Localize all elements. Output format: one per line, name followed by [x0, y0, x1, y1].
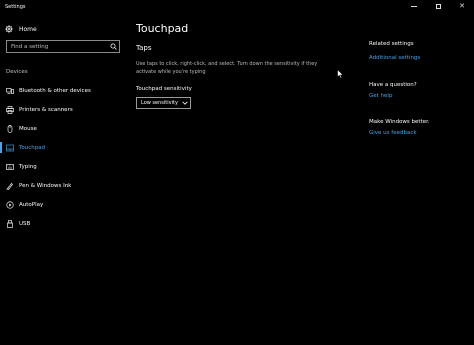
bluetooth-devices-icon	[5, 87, 15, 95]
sensitivity-label: Touchpad sensitivity	[136, 86, 192, 92]
chevron-down-icon	[180, 101, 190, 105]
window-title: Settings	[5, 3, 26, 10]
page-title: Touchpad	[136, 22, 189, 35]
related-settings-heading: Related settings	[369, 41, 414, 47]
sidebar-item-autoplay[interactable]: AutoPlay	[0, 195, 128, 214]
minimize-button[interactable]	[402, 0, 426, 13]
taps-section-title: Taps	[136, 44, 152, 52]
usb-icon	[5, 219, 15, 228]
autoplay-icon	[5, 200, 15, 209]
sidebar-item-typing[interactable]: Typing	[0, 157, 128, 176]
additional-settings-link[interactable]: Additional settings	[369, 55, 420, 61]
sidebar-item-pen[interactable]: Pen & Windows Ink	[0, 176, 128, 195]
close-button[interactable]: ✕	[450, 0, 474, 13]
keyboard-icon	[5, 163, 15, 171]
sidebar-item-label: USB	[19, 220, 31, 227]
sidebar-item-label: Typing	[19, 163, 37, 170]
question-heading: Have a question?	[369, 82, 417, 88]
touchpad-icon	[5, 144, 15, 152]
sidebar-item-label: Touchpad	[19, 144, 46, 151]
settings-window: Settings ✕ Home Devices	[0, 0, 474, 345]
sidebar-item-printers[interactable]: Printers & scanners	[0, 100, 128, 119]
home-label: Home	[19, 25, 37, 33]
sensitivity-dropdown[interactable]: Low sensitivity	[136, 97, 191, 109]
sensitivity-value: Low sensitivity	[141, 100, 178, 106]
give-feedback-link[interactable]: Give us feedback	[369, 130, 417, 136]
make-windows-better-heading: Make Windows better.	[369, 119, 430, 125]
sidebar-item-mouse[interactable]: Mouse	[0, 119, 128, 138]
taps-description: Use taps to click, right-click, and sele…	[136, 61, 318, 75]
search-input[interactable]	[11, 43, 107, 50]
gear-icon	[5, 25, 15, 33]
printer-icon	[5, 105, 15, 114]
maximize-button[interactable]	[426, 0, 450, 13]
sidebar-item-label: Mouse	[19, 125, 37, 132]
get-help-link[interactable]: Get help	[369, 93, 392, 99]
pen-icon	[5, 182, 15, 190]
nav-list: Bluetooth & other devices Printers & sca…	[0, 81, 128, 233]
mouse-icon	[5, 124, 15, 133]
search-box[interactable]	[6, 40, 120, 53]
search-icon[interactable]	[107, 43, 119, 50]
home-nav-item[interactable]: Home	[0, 23, 128, 35]
sidebar: Home Devices Bluetooth & other devices P…	[0, 13, 128, 345]
mouse-cursor-icon	[337, 64, 344, 83]
devices-section-label: Devices	[6, 69, 28, 75]
title-bar: Settings ✕	[0, 0, 474, 13]
sidebar-item-touchpad[interactable]: Touchpad	[0, 138, 128, 157]
sidebar-item-label: Printers & scanners	[19, 106, 73, 113]
sidebar-item-label: AutoPlay	[19, 201, 44, 208]
maximize-icon	[435, 4, 441, 9]
sidebar-item-label: Pen & Windows Ink	[19, 182, 72, 189]
sidebar-item-label: Bluetooth & other devices	[19, 87, 91, 94]
sidebar-item-bluetooth[interactable]: Bluetooth & other devices	[0, 81, 128, 100]
close-icon: ✕	[459, 2, 465, 10]
sidebar-item-usb[interactable]: USB	[0, 214, 128, 233]
minimize-icon	[411, 6, 417, 7]
